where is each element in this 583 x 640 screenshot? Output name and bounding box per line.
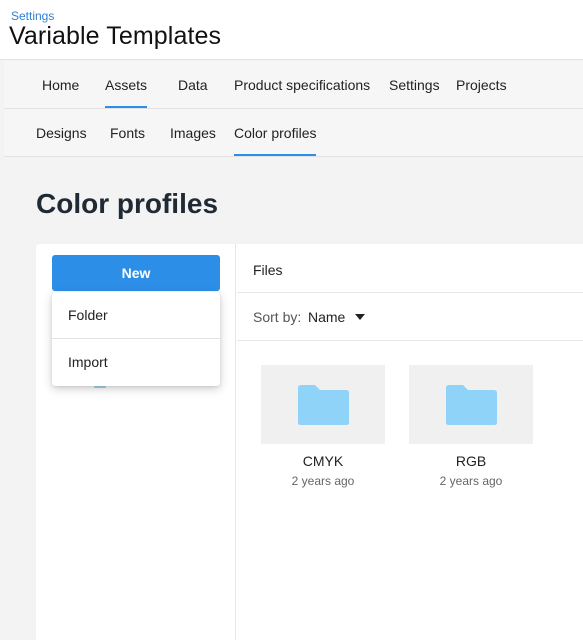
breadcrumb-settings[interactable]: Settings [11, 9, 54, 23]
file-thumbnail [409, 365, 533, 444]
tab-projects[interactable]: Projects [456, 61, 507, 108]
folder-sidebar: New Folder Import [36, 244, 236, 640]
file-card-rgb[interactable]: RGB 2 years ago [409, 365, 533, 505]
sort-bar: Sort by: Name [237, 293, 583, 341]
menu-item-folder[interactable]: Folder [52, 292, 220, 338]
sort-label: Sort by: [253, 309, 302, 325]
folder-icon [446, 385, 497, 425]
tab-data[interactable]: Data [178, 61, 208, 108]
new-dropdown-menu: Folder Import [52, 292, 220, 386]
sort-value: Name [308, 309, 346, 325]
folder-icon [298, 385, 349, 425]
menu-item-import[interactable]: Import [52, 339, 220, 385]
file-card-cmyk[interactable]: CMYK 2 years ago [261, 365, 385, 505]
tab-images[interactable]: Images [170, 109, 216, 156]
tab-fonts[interactable]: Fonts [110, 109, 145, 156]
file-date: 2 years ago [291, 474, 355, 488]
tab-assets[interactable]: Assets [105, 61, 148, 108]
caret-down-icon [355, 314, 366, 320]
tab-designs[interactable]: Designs [36, 109, 87, 156]
page-title: Color profiles [36, 188, 219, 219]
tab-home[interactable]: Home [42, 61, 79, 108]
main-nav: Home Assets Data Product specifications … [4, 61, 583, 109]
file-name: RGB [455, 453, 487, 469]
content-panel: New Folder Import Files Sort by: Name CM… [36, 244, 583, 640]
new-button[interactable]: New [52, 255, 220, 291]
file-date: 2 years ago [439, 474, 503, 488]
tab-color-profiles[interactable]: Color profiles [234, 109, 317, 156]
app-header: Settings Variable Templates [0, 0, 583, 60]
file-thumbnail [261, 365, 385, 444]
sort-dropdown[interactable]: Name [308, 293, 366, 341]
file-name: CMYK [302, 453, 344, 469]
tab-product-specifications[interactable]: Product specifications [234, 61, 370, 108]
files-header: Files [237, 244, 583, 293]
assets-subnav: Designs Fonts Images Color profiles [4, 109, 583, 157]
app-title: Variable Templates [9, 22, 222, 50]
tab-settings[interactable]: Settings [389, 61, 440, 108]
